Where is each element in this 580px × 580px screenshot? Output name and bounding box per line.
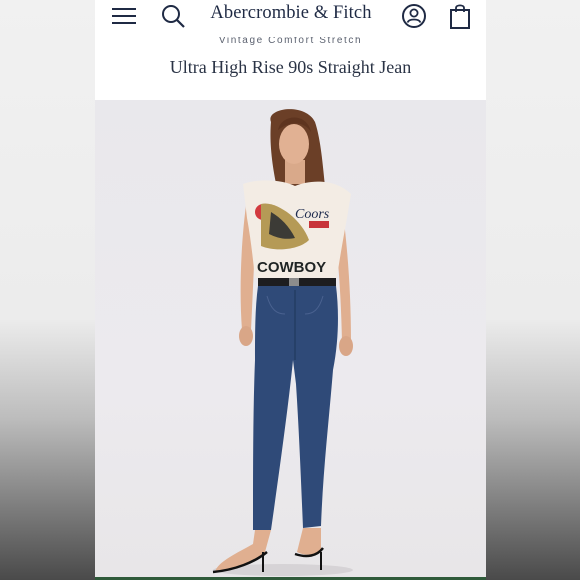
- search-icon: [162, 5, 185, 28]
- product-image[interactable]: Coors COWBOY: [95, 100, 486, 580]
- svg-text:Coors: Coors: [295, 207, 330, 222]
- menu-button[interactable]: [110, 2, 138, 30]
- top-nav-bar: Abercrombie & Fitch: [95, 0, 486, 32]
- shopping-bag-icon: [450, 4, 470, 29]
- product-subtitle: Vintage Comfort Stretch: [218, 37, 363, 46]
- product-title: Ultra High Rise 90s Straight Jean: [169, 57, 412, 77]
- account-icon: [402, 4, 426, 28]
- search-button[interactable]: [159, 2, 187, 30]
- shopping-bag-button[interactable]: [446, 2, 474, 30]
- account-button[interactable]: [400, 2, 428, 30]
- product-page: Abercrombie & Fitch Vintage Comfort Stre…: [95, 0, 486, 580]
- model-photo: Coors COWBOY: [212, 109, 353, 576]
- svg-text:COWBOY: COWBOY: [257, 259, 326, 276]
- menu-icon: [112, 8, 136, 24]
- brand-logo[interactable]: Abercrombie & Fitch: [195, 3, 387, 24]
